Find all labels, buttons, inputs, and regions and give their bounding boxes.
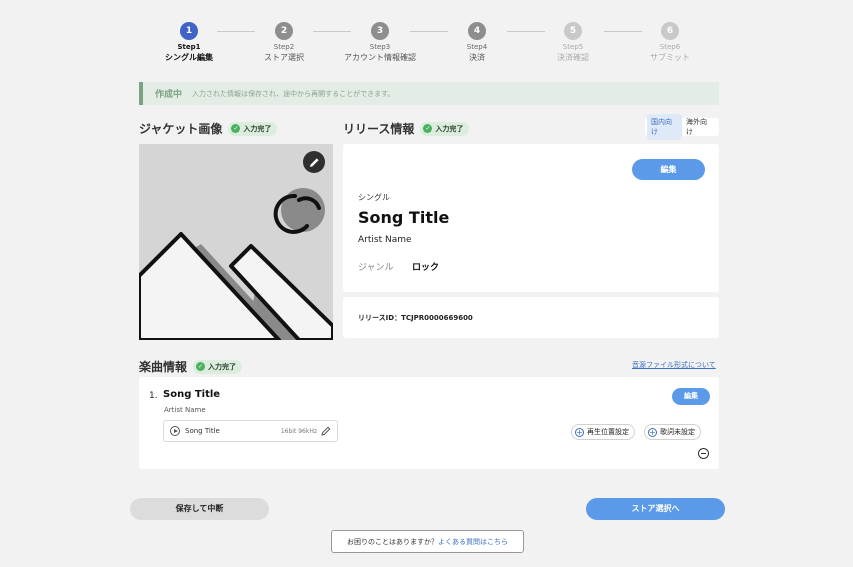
tracks-complete-badge: ✓ 入力完了	[193, 359, 243, 374]
banner-text: 入力された情報は保存され、途中から再開することができます。	[192, 89, 395, 98]
pencil-icon	[309, 157, 319, 167]
step-4-step: Step4	[466, 43, 488, 51]
release-heading: リリース情報	[343, 122, 415, 136]
release-id: リリースID：TCJPR0000669600	[358, 314, 473, 322]
track-title: Song Title	[163, 389, 221, 400]
step-5-number: 5	[564, 22, 582, 40]
genre-value: ロック	[412, 263, 440, 273]
step-2-step: Step2	[273, 43, 295, 51]
step-1-number: 1	[180, 22, 198, 40]
plus-circle-icon: +	[575, 427, 584, 437]
step-1-label: シングル編集	[165, 53, 213, 62]
help-box: お困りのことはありますか？ よくある質問はこちら	[331, 530, 524, 553]
jacket-heading: ジャケット画像	[139, 122, 223, 136]
check-icon: ✓	[231, 124, 241, 133]
release-id-card: リリースID：TCJPR0000669600	[343, 297, 719, 338]
step-1-step: Step1	[177, 43, 201, 51]
jacket-edit-button[interactable]	[303, 151, 325, 173]
step-4-number: 4	[468, 22, 486, 40]
step-3: 3 Step3 アカウント情報確認	[335, 22, 425, 63]
jacket-image[interactable]	[139, 144, 333, 340]
step-2: 2 Step2 ストア選択	[239, 22, 329, 63]
jacket-badge-label: 入力完了	[243, 124, 272, 133]
step-4: 4 Step4 決済	[432, 22, 522, 63]
step-6: 6 Step6 サブミット	[625, 22, 715, 63]
save-and-pause-button[interactable]: 保存して中断	[130, 498, 269, 520]
audio-file-row: Song Title 16bit 96kHz	[163, 420, 338, 442]
step-3-label: アカウント情報確認	[344, 53, 416, 62]
tracks-heading-row: 楽曲情報 ✓ 入力完了	[139, 358, 243, 375]
jacket-heading-row: ジャケット画像 ✓ 入力完了	[139, 120, 278, 137]
playback-position-label: 再生位置設定	[587, 428, 629, 436]
check-icon: ✓	[423, 124, 433, 133]
release-heading-row: リリース情報 ✓ 入力完了	[343, 120, 470, 137]
playback-position-button[interactable]: + 再生位置設定	[571, 424, 635, 440]
step-5: 5 Step5 決済確認	[528, 22, 618, 63]
jacket-complete-badge: ✓ 入力完了	[228, 121, 278, 136]
step-1: 1 Step1 シングル編集	[144, 22, 234, 63]
audio-file-spec: 16bit 96kHz	[280, 427, 317, 435]
step-3-number: 3	[371, 22, 389, 40]
track-number: 1.	[149, 391, 158, 401]
lyrics-label: 歌詞未設定	[660, 428, 695, 436]
release-type: シングル	[358, 193, 390, 202]
release-info-card: 編集 シングル Song Title Artist Name ジャンル ロック	[343, 144, 719, 292]
step-6-step: Step6	[659, 43, 681, 51]
tracks-badge-label: 入力完了	[208, 362, 237, 371]
step-6-number: 6	[661, 22, 679, 40]
step-2-number: 2	[275, 22, 293, 40]
play-icon[interactable]	[170, 426, 180, 436]
step-5-step: Step5	[562, 43, 584, 51]
banner-title: 作成中	[155, 90, 183, 100]
step-4-label: 決済	[469, 53, 485, 62]
tracks-heading: 楽曲情報	[139, 360, 188, 374]
release-complete-badge: ✓ 入力完了	[420, 121, 470, 136]
step-5-label: 決済確認	[557, 53, 589, 62]
track-artist: Artist Name	[164, 406, 206, 414]
mountain-placeholder-icon	[139, 188, 333, 340]
release-title: Song Title	[358, 208, 450, 227]
genre-label: ジャンル	[358, 263, 394, 273]
file-format-link[interactable]: 音源ファイル形式について	[632, 360, 716, 370]
track-card: 1. Song Title Artist Name 編集 Song Title …	[139, 377, 719, 469]
release-artist: Artist Name	[358, 235, 412, 245]
step-3-step: Step3	[369, 43, 391, 51]
release-edit-button[interactable]: 編集	[632, 159, 705, 180]
check-icon: ✓	[196, 362, 206, 371]
step-2-label: ストア選択	[264, 53, 304, 62]
faq-link[interactable]: よくある質問はこちら	[438, 537, 508, 547]
release-badge-label: 入力完了	[435, 124, 464, 133]
remove-track-icon[interactable]	[698, 448, 709, 459]
region-overseas-option[interactable]: 海外向け	[682, 114, 717, 140]
region-domestic-option[interactable]: 国内向け	[647, 114, 682, 140]
track-edit-button[interactable]: 編集	[672, 388, 710, 405]
step-6-label: サブミット	[650, 53, 690, 62]
stepper: 1 Step1 シングル編集 2 Step2 ストア選択 3 Step3 アカウ…	[158, 22, 698, 66]
next-store-select-button[interactable]: ストア選択へ	[586, 498, 725, 520]
lyrics-button[interactable]: + 歌詞未設定	[644, 424, 701, 440]
help-text: お困りのことはありますか？	[347, 537, 438, 546]
pencil-icon[interactable]	[321, 426, 331, 436]
region-toggle: 国内向け 海外向け	[645, 114, 719, 140]
plus-circle-icon: +	[648, 427, 657, 437]
draft-banner: 作成中 入力された情報は保存され、途中から再開することができます。	[139, 82, 719, 105]
audio-file-name: Song Title	[185, 427, 220, 435]
